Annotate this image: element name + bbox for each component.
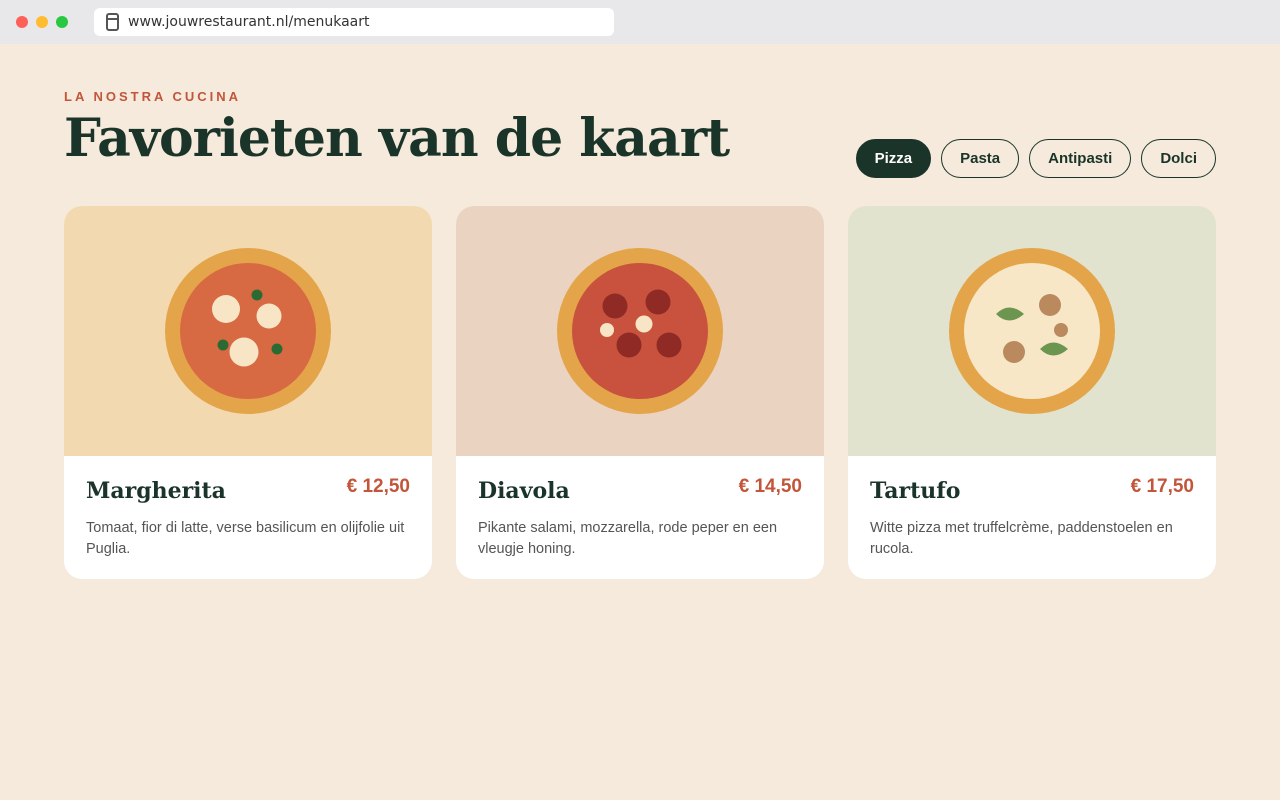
- menu-cards: Margherita € 12,50 Tomaat, fior di latte…: [64, 206, 1216, 579]
- tab-dolci[interactable]: Dolci: [1141, 139, 1216, 178]
- tab-pasta[interactable]: Pasta: [941, 139, 1020, 178]
- dish-description: Witte pizza met truffelcrème, paddenstoe…: [870, 520, 1173, 557]
- tab-pizza[interactable]: Pizza: [855, 139, 932, 178]
- card-image: [848, 206, 1216, 456]
- dish-price: € 12,50: [346, 476, 410, 497]
- address-bar[interactable]: www.jouwrestaurant.nl/menukaart: [94, 8, 614, 36]
- menu-card-margherita[interactable]: Margherita € 12,50 Tomaat, fior di latte…: [64, 206, 432, 579]
- pizza-diavola-icon: [557, 248, 723, 414]
- dish-name: Diavola: [478, 478, 570, 504]
- browser-chrome: www.jouwrestaurant.nl/menukaart: [0, 0, 1280, 44]
- dish-description: Pikante salami, mozzarella, rode peper e…: [478, 520, 778, 557]
- pizza-tartufo-icon: [949, 248, 1115, 414]
- card-body: Diavola € 14,50 Pikante salami, mozzarel…: [456, 456, 824, 579]
- menu-card-diavola[interactable]: Diavola € 14,50 Pikante salami, mozzarel…: [456, 206, 824, 579]
- card-body: Tartufo € 17,50 Witte pizza met truffelc…: [848, 456, 1216, 579]
- card-image: [456, 206, 824, 456]
- tab-antipasti[interactable]: Antipasti: [1029, 139, 1132, 178]
- url-text: www.jouwrestaurant.nl/menukaart: [128, 14, 370, 30]
- dish-description: Tomaat, fior di latte, verse basilicum e…: [86, 520, 405, 557]
- dish-name: Margherita: [86, 478, 226, 504]
- close-window-button[interactable]: [16, 16, 28, 28]
- card-image: [64, 206, 432, 456]
- section-eyebrow: LA NOSTRA CUCINA: [64, 89, 242, 104]
- menu-card-tartufo[interactable]: Tartufo € 17,50 Witte pizza met truffelc…: [848, 206, 1216, 579]
- maximize-window-button[interactable]: [56, 16, 68, 28]
- card-body: Margherita € 12,50 Tomaat, fior di latte…: [64, 456, 432, 579]
- dish-price: € 17,50: [1130, 476, 1194, 497]
- dish-name: Tartufo: [870, 478, 961, 504]
- category-tabs: Pizza Pasta Antipasti Dolci: [855, 139, 1216, 178]
- page-icon: [106, 13, 119, 31]
- dish-price: € 14,50: [738, 476, 802, 497]
- minimize-window-button[interactable]: [36, 16, 48, 28]
- pizza-margherita-icon: [165, 248, 331, 414]
- page-title: Favorieten van de kaart: [64, 108, 730, 169]
